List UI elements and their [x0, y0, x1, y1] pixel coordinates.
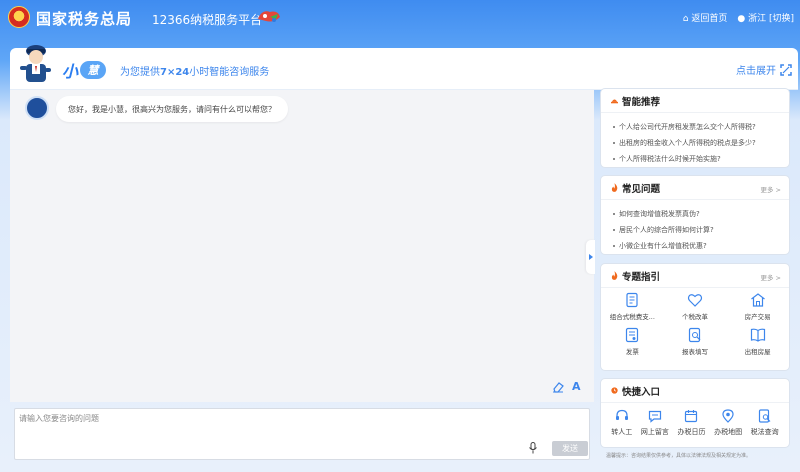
invoice-icon	[626, 327, 639, 343]
quick-entry-item[interactable]: 办税日历	[677, 409, 705, 437]
list-item[interactable]: 小微企业有什么增值税优惠?	[613, 238, 783, 254]
calendar-icon	[685, 410, 698, 423]
quick-entry-card: 快捷入口 转人工 网上留言 办税日历 办税地图 税法查询	[600, 378, 790, 448]
police-mascot-icon	[20, 45, 51, 82]
location-selector[interactable]: ● 浙江 [切换]	[737, 11, 794, 24]
topic-item[interactable]: 报表填写	[664, 327, 727, 356]
service-tagline: 为您提供7×24小时智能咨询服务	[120, 67, 270, 78]
list-item[interactable]: 居民个人的综合所得如何计算?	[613, 222, 783, 238]
smart-recommend-card: 智能推荐 个人给公司代开房租发票怎么交个人所得税? 出租房的租金收入个人所得税的…	[600, 88, 790, 168]
assistant-avatar	[25, 96, 49, 120]
list-item[interactable]: 如何查询增值税发票真伪?	[613, 206, 783, 222]
expand-button[interactable]: 点击展开	[736, 62, 792, 77]
top-bar: 国家税务总局 12366纳税服务平台 ⌂ 返回首页 ● 浙江 [切换]	[0, 0, 800, 36]
list-item[interactable]: 个人所得税法什么时候开始实施?	[613, 151, 783, 167]
topics-card: 专题指引 更多 > 组合式税费支... 个税改革 房产交易 发票 报表填写 出租…	[600, 263, 790, 371]
heart-icon	[687, 294, 703, 307]
assistant-name: 小 慧	[62, 58, 107, 82]
hat-icon	[611, 99, 618, 104]
national-emblem-icon	[8, 6, 30, 28]
collapse-sidebar-toggle[interactable]	[586, 240, 595, 274]
topic-item[interactable]: 组合式税费支...	[601, 292, 664, 321]
quick-entry-item[interactable]: 税法查询	[751, 409, 779, 437]
platform-subtitle: 12366纳税服务平台	[152, 13, 263, 27]
smart-recommend-header: 智能推荐	[601, 89, 789, 113]
search-doc-icon	[758, 409, 771, 423]
faq-header: 常见问题 更多 >	[601, 176, 789, 200]
microphone-icon[interactable]	[528, 442, 538, 454]
topics-grid: 组合式税费支... 个税改革 房产交易 发票 报表填写 出租房屋	[601, 292, 789, 356]
topic-item[interactable]: 出租房屋	[726, 327, 789, 356]
disclaimer-text: 温馨提示：咨询结果仅供参考，具体以法律法规及相关规定为准。	[606, 453, 752, 459]
font-size-icon[interactable]: A	[572, 380, 581, 393]
send-button[interactable]: 发送	[552, 441, 588, 456]
form-icon	[688, 327, 701, 343]
home-link[interactable]: ⌂ 返回首页	[683, 11, 728, 24]
clock-icon	[611, 387, 618, 394]
flag-icon	[611, 271, 618, 280]
faq-list: 如何查询增值税发票真伪? 居民个人的综合所得如何计算? 小微企业有什么增值税优惠…	[613, 206, 783, 254]
headset-icon	[615, 409, 628, 420]
chevron-right-icon	[588, 254, 593, 260]
faq-card: 常见问题 更多 > 如何查询增值税发票真伪? 居民个人的综合所得如何计算? 小微…	[600, 175, 790, 255]
topic-item[interactable]: 发票	[601, 327, 664, 356]
list-item[interactable]: 出租房的租金收入个人所得税的税点是多少?	[613, 135, 783, 151]
faq-more-link[interactable]: 更多 >	[760, 184, 781, 194]
topics-more-link[interactable]: 更多 >	[760, 272, 781, 282]
eraser-icon[interactable]	[552, 381, 564, 393]
fire-icon	[611, 183, 618, 192]
question-input-box	[14, 408, 590, 460]
book-icon	[750, 328, 765, 342]
topic-item[interactable]: 个税改革	[664, 292, 727, 321]
quick-entry-list: 转人工 网上留言 办税日历 办税地图 税法查询	[601, 409, 789, 437]
topic-item[interactable]: 房产交易	[726, 292, 789, 321]
list-item[interactable]: 个人给公司代开房租发票怎么交个人所得税?	[613, 119, 783, 135]
message-icon	[648, 410, 661, 423]
quick-entry-header: 快捷入口	[601, 379, 789, 403]
chat-panel	[10, 90, 594, 402]
mascot-logo-icon	[258, 11, 280, 22]
assistant-greeting-bubble: 您好，我是小慧，很高兴为您服务，请问有什么可以帮您？	[56, 96, 288, 122]
quick-entry-item[interactable]: 网上留言	[641, 409, 669, 437]
quick-entry-item[interactable]: 办税地图	[714, 409, 742, 437]
brand-title: 国家税务总局	[36, 10, 133, 28]
question-input[interactable]	[19, 413, 519, 429]
document-icon	[626, 292, 638, 308]
topics-header: 专题指引 更多 >	[601, 264, 789, 288]
top-right-nav: ⌂ 返回首页 ● 浙江 [切换]	[683, 11, 794, 24]
assistant-name-badge: 慧	[80, 61, 107, 79]
house-icon	[750, 293, 765, 307]
quick-entry-item[interactable]: 转人工	[611, 409, 632, 437]
smart-recommend-list: 个人给公司代开房租发票怎么交个人所得税? 出租房的租金收入个人所得税的税点是多少…	[613, 119, 783, 167]
map-pin-icon	[722, 409, 734, 423]
expand-icon	[780, 63, 792, 76]
